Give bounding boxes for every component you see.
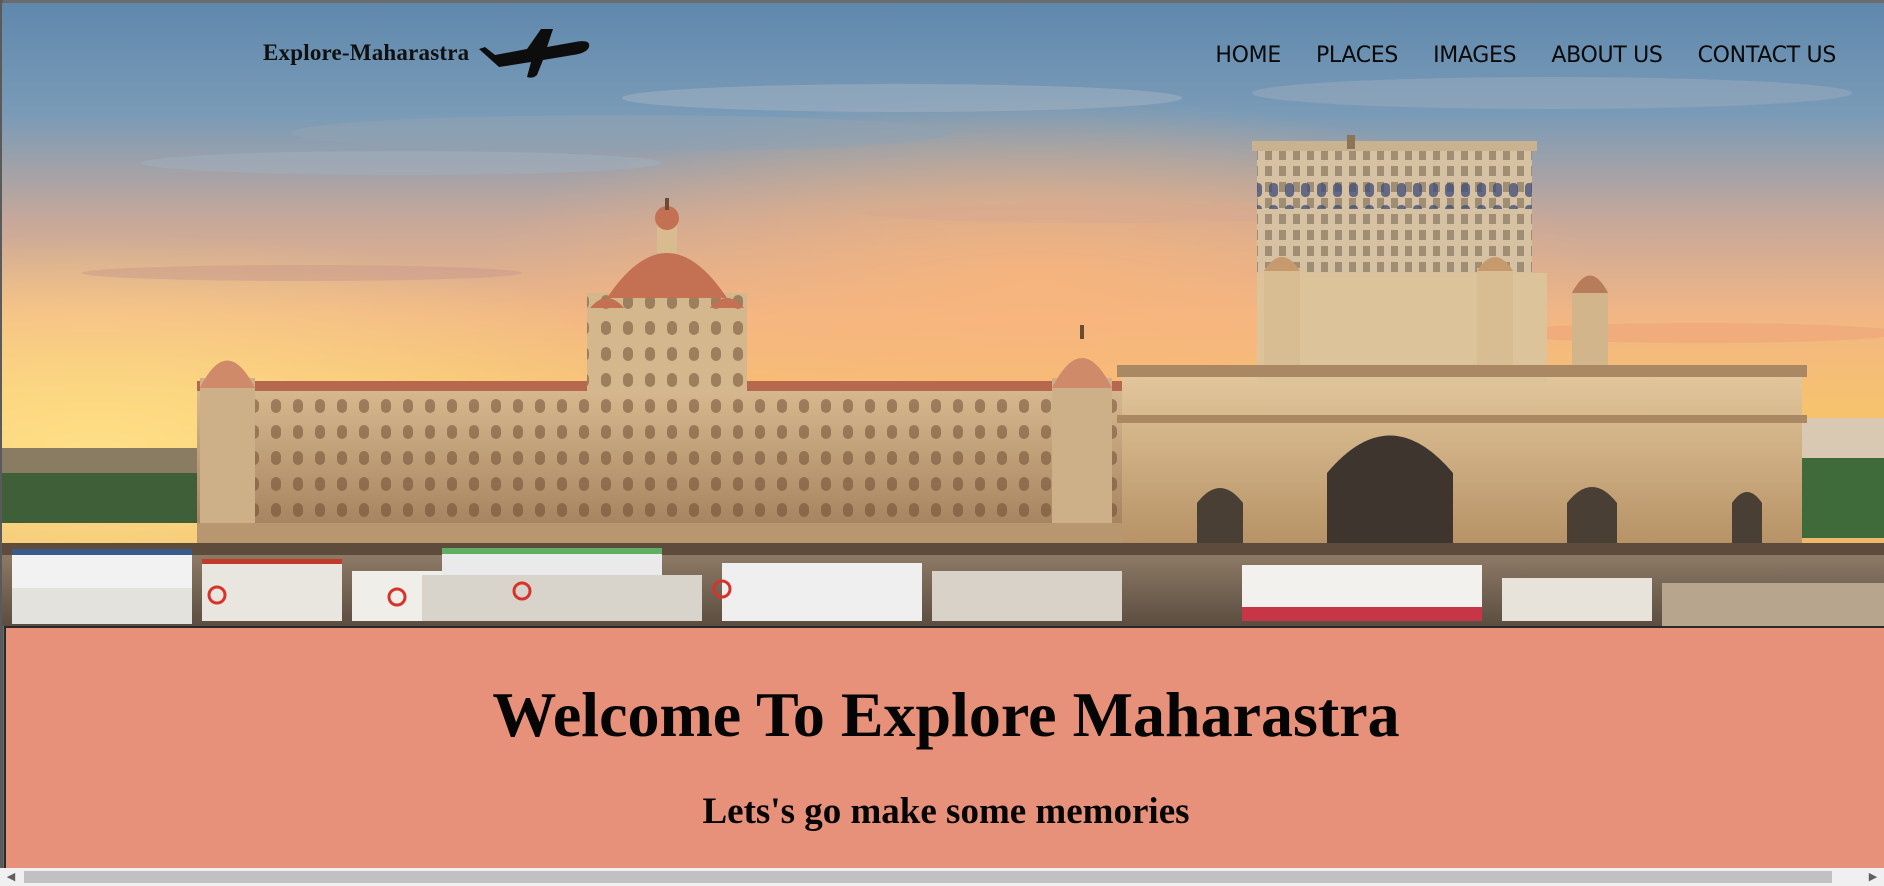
airplane-icon [479,29,590,78]
brand-name[interactable]: Explore-Maharastra [263,40,469,66]
nav-places[interactable]: PLACES [1316,43,1398,68]
page: Explore-Maharastra HOME PLACES IMAGES AB… [0,0,1884,886]
horizontal-scrollbar[interactable]: ◀ ▶ [0,868,1884,886]
nav-contact-us[interactable]: CONTACT US [1698,43,1837,68]
nav-about-us[interactable]: ABOUT US [1551,43,1663,68]
welcome-section: Welcome To Explore Maharastra Lets's go … [4,626,1884,868]
nav-images[interactable]: IMAGES [1433,43,1517,68]
nav-home[interactable]: HOME [1215,43,1281,68]
hero-banner: Explore-Maharastra HOME PLACES IMAGES AB… [2,3,1884,626]
welcome-subtitle: Lets's go make some memories [702,791,1190,832]
scroll-left-arrow-icon[interactable]: ◀ [2,868,20,886]
hero-photo [2,3,1884,626]
scroll-right-arrow-icon[interactable]: ▶ [1864,868,1882,886]
scrollbar-thumb[interactable] [24,871,1832,883]
welcome-title: Welcome To Explore Maharastra [492,679,1400,750]
main-nav: HOME PLACES IMAGES ABOUT US CONTACT US [1180,43,1836,68]
brand-logo[interactable]: Explore-Maharastra [263,27,593,79]
